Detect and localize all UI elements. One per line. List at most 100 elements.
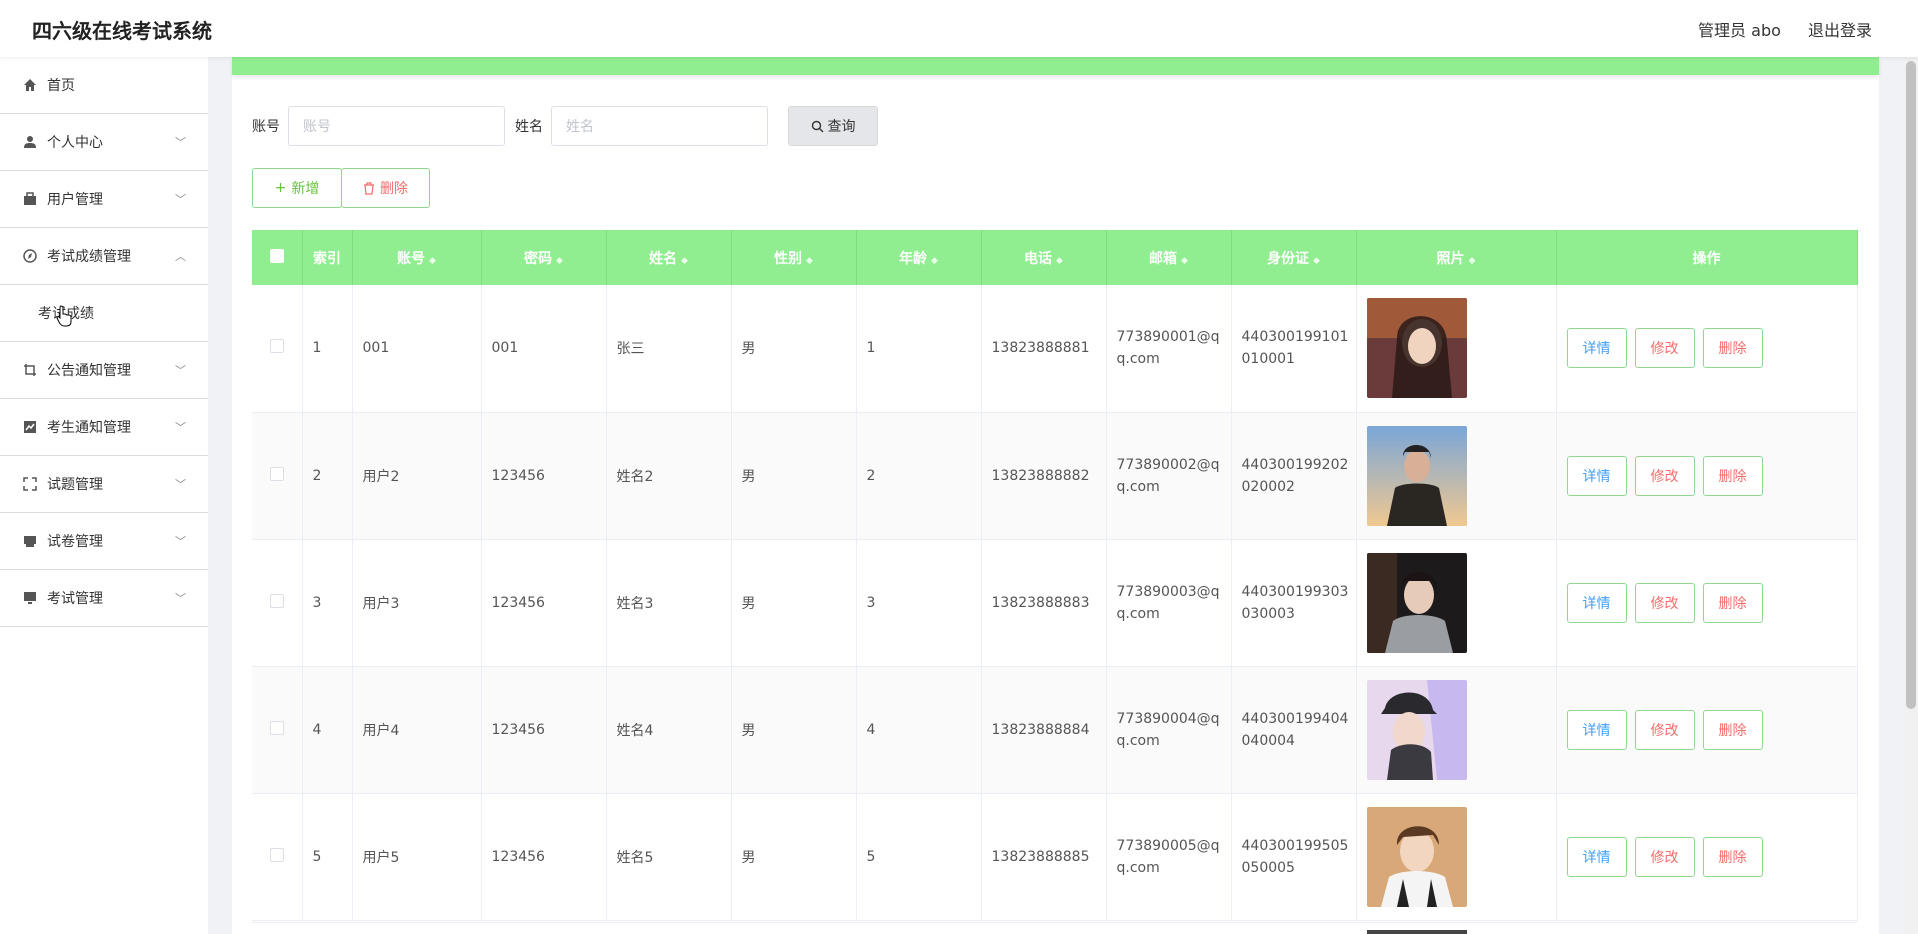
home-icon	[22, 77, 38, 93]
column-header: 操作	[1556, 230, 1858, 285]
sidebar-item-candidate-notice-management[interactable]: 考生通知管理 ﹀	[0, 399, 208, 456]
detail-button[interactable]: 详情	[1566, 836, 1627, 877]
edit-button[interactable]: 修改	[1634, 328, 1695, 369]
logout-link[interactable]: 退出登录	[1808, 21, 1872, 40]
chevron-down-icon: ﹀	[175, 193, 186, 206]
sidebar-subitem-exam-score[interactable]: 考试成绩	[0, 285, 208, 342]
detail-button[interactable]: 详情	[1566, 709, 1627, 750]
edit-button[interactable]: 修改	[1634, 709, 1695, 750]
cell-password: 123456	[481, 666, 607, 794]
sidebar-item-home[interactable]: 首页	[0, 57, 208, 114]
query-button[interactable]: 查询	[788, 106, 878, 146]
delete-button[interactable]: 删除	[1702, 328, 1763, 369]
cell-id-card: 440300199202 020002	[1231, 412, 1357, 540]
cell-id-card: 440300199505 050005	[1231, 793, 1357, 921]
delete-button[interactable]: 删除	[1702, 582, 1763, 623]
sidebar-item-paper-management[interactable]: 试卷管理 ﹀	[0, 513, 208, 570]
cell-account: 001	[352, 285, 482, 413]
row-select[interactable]	[252, 793, 303, 921]
add-button-label: 新增	[291, 181, 320, 197]
column-header[interactable]: 账号 ◆	[352, 230, 482, 285]
scrollbar-thumb[interactable]	[1906, 61, 1916, 709]
column-header[interactable]: 照片 ◆	[1356, 230, 1557, 285]
monitor-icon	[22, 590, 38, 606]
delete-button[interactable]: 删除	[1702, 709, 1763, 750]
sidebar-item-user-management[interactable]: 用户管理 ﹀	[0, 171, 208, 228]
detail-button[interactable]: 详情	[1566, 328, 1627, 369]
chart-icon	[22, 419, 38, 435]
cell-photo	[1356, 539, 1557, 667]
name-input[interactable]: 姓名	[551, 106, 768, 146]
column-header[interactable]: 密码 ◆	[481, 230, 607, 285]
sort-icon: ◆	[429, 255, 436, 266]
row-checkbox[interactable]	[269, 339, 284, 354]
edit-button[interactable]: 修改	[1634, 582, 1695, 623]
column-header[interactable]: 身份证 ◆	[1231, 230, 1357, 285]
detail-button[interactable]: 详情	[1566, 582, 1627, 623]
app-title: 四六级在线考试系统	[32, 19, 212, 43]
cell-gender: 男	[731, 793, 857, 921]
row-select[interactable]	[252, 666, 303, 794]
cell-name: 姓名2	[606, 412, 732, 540]
users-icon	[22, 191, 38, 207]
select-all-checkbox[interactable]	[269, 248, 284, 263]
row-checkbox[interactable]	[269, 720, 284, 735]
plus-icon: +	[274, 180, 287, 196]
edit-button[interactable]: 修改	[1634, 455, 1695, 496]
row-select[interactable]	[252, 285, 303, 413]
user-icon	[22, 134, 38, 150]
cell-password: 123456	[481, 412, 607, 540]
cell-index: 5	[302, 793, 353, 921]
cell-age: 1	[856, 285, 982, 413]
delete-button[interactable]: 删除	[1702, 455, 1763, 496]
row-select[interactable]	[252, 412, 303, 540]
sidebar: 首页 个人中心 ﹀ 用户管理 ﹀ 考试成绩管理 ︿ 考试成绩 公告通知管理 ﹀	[0, 57, 208, 934]
chevron-up-icon: ︿	[175, 250, 186, 263]
account-input[interactable]: 账号	[288, 106, 505, 146]
cell-name: 姓名3	[606, 539, 732, 667]
cell-phone: 13823888882	[981, 412, 1107, 540]
add-button[interactable]: + 新增	[252, 168, 342, 208]
row-checkbox[interactable]	[269, 466, 284, 481]
fullscreen-icon	[22, 476, 38, 492]
column-header[interactable]: 性别 ◆	[731, 230, 857, 285]
edit-button[interactable]: 修改	[1634, 836, 1695, 877]
cell-gender: 男	[731, 539, 857, 667]
cell-index: 2	[302, 412, 353, 540]
sidebar-item-label: 个人中心	[47, 135, 103, 151]
chevron-down-icon: ﹀	[175, 421, 186, 434]
table-row: 3 用户3 123456 姓名3 男 3 13823888883 7738900…	[252, 539, 1858, 667]
sidebar-item-announcement-management[interactable]: 公告通知管理 ﹀	[0, 342, 208, 399]
sidebar-item-label: 试题管理	[47, 477, 103, 493]
cell-age: 5	[856, 793, 982, 921]
sidebar-item-label: 试卷管理	[47, 534, 103, 550]
account-label: 账号	[252, 119, 280, 135]
sidebar-item-question-management[interactable]: 试题管理 ﹀	[0, 456, 208, 513]
row-checkbox[interactable]	[269, 847, 284, 862]
sidebar-item-label: 公告通知管理	[47, 363, 131, 379]
delete-button[interactable]: 删除	[1702, 836, 1763, 877]
cell-password: 123456	[481, 539, 607, 667]
column-header[interactable]: 电话 ◆	[981, 230, 1107, 285]
row-checkbox[interactable]	[269, 593, 284, 608]
detail-button[interactable]: 详情	[1566, 455, 1627, 496]
cell-phone: 13823888881	[981, 285, 1107, 413]
cell-actions: 详情 修改 删除	[1556, 666, 1858, 794]
name-label: 姓名	[515, 119, 543, 135]
column-header[interactable]: 姓名 ◆	[606, 230, 732, 285]
batch-delete-button[interactable]: 删除	[341, 168, 430, 208]
page-scrollbar[interactable]	[1904, 57, 1918, 934]
row-select[interactable]	[252, 539, 303, 667]
sidebar-item-exam-management[interactable]: 考试管理 ﹀	[0, 570, 208, 627]
column-header[interactable]: 年龄 ◆	[856, 230, 982, 285]
column-header[interactable]: 邮箱 ◆	[1106, 230, 1232, 285]
trash-icon	[364, 181, 374, 195]
data-table: 索引 账号 ◆ 密码 ◆ 姓名 ◆ 性别 ◆ 年龄 ◆ 电话 ◆ 邮箱 ◆ 身份证 ◆ 照片 ◆ …	[252, 230, 1858, 921]
select-all-header[interactable]	[252, 230, 303, 285]
column-header: 索引	[302, 230, 353, 285]
sidebar-item-personal-center[interactable]: 个人中心 ﹀	[0, 114, 208, 171]
cell-id-card: 440300199404 040004	[1231, 666, 1357, 794]
sidebar-item-exam-score-management[interactable]: 考试成绩管理 ︿	[0, 228, 208, 285]
cell-age: 2	[856, 412, 982, 540]
cell-phone: 13823888885	[981, 793, 1107, 921]
